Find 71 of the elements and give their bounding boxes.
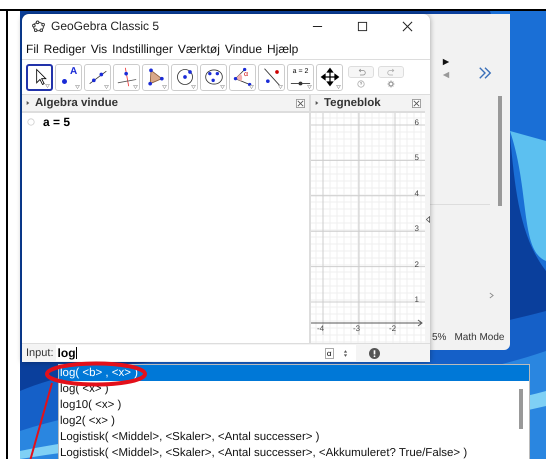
menu-item[interactable]: Fil	[26, 42, 39, 56]
axis-label: 2	[414, 260, 419, 269]
symbol-button[interactable]: α	[324, 348, 334, 358]
collapse-icon[interactable]	[26, 100, 30, 106]
axis-label: 5	[414, 153, 419, 162]
window-title: GeoGebra Classic 5	[51, 19, 160, 33]
axis-label: -2	[389, 324, 396, 334]
dropdown-icon[interactable]	[162, 84, 167, 88]
panel-title: Tegneblok	[324, 97, 382, 109]
app-icon	[32, 20, 45, 32]
expand-icon[interactable]	[426, 216, 430, 222]
algebra-entry[interactable]: a = 5	[43, 115, 70, 129]
undo-icon	[356, 68, 366, 76]
move-arrows-icon	[320, 67, 340, 87]
slider-icon	[290, 80, 311, 86]
dropdown-icon[interactable]	[278, 84, 283, 88]
suggestion-item[interactable]: log2( <x> )	[59, 413, 529, 429]
axis-label: -3	[353, 324, 360, 334]
ellipse-icon	[204, 67, 224, 87]
suggestion-item[interactable]: Logistisk( <Middel>, <Skaler>, <Antal successer>, <Akkumuleret? True/False> )	[59, 445, 529, 459]
axis-label: -4	[317, 324, 324, 334]
axis-label: 1	[414, 295, 419, 304]
menu-item[interactable]: Vindue	[224, 42, 262, 56]
menu-item[interactable]: Hjælp	[267, 42, 298, 56]
spinner-icon[interactable]	[342, 348, 348, 358]
collapse-icon[interactable]	[315, 100, 319, 106]
suggestion-item[interactable]: Logistisk( <Middel>, <Skaler>, <Antal successer> )	[59, 429, 529, 445]
tool-button[interactable]	[26, 64, 53, 90]
dropdown-icon[interactable]	[104, 84, 109, 88]
chevron-icon[interactable]	[489, 292, 494, 299]
dropdown-icon[interactable]	[191, 84, 196, 88]
input-label: Input:	[26, 347, 54, 359]
point-icon	[62, 78, 67, 84]
circle-icon	[174, 67, 194, 87]
menu-item[interactable]: Vis	[90, 42, 108, 56]
tool-label: A	[70, 66, 78, 76]
tool-button[interactable]: A	[55, 64, 82, 90]
menu-item[interactable]: Rediger	[44, 42, 86, 56]
crossing-lines-icon	[116, 67, 136, 87]
suggestion-item[interactable]: log10( <x> )	[59, 397, 529, 413]
visibility-toggle[interactable]	[27, 118, 35, 126]
dropdown-icon[interactable]	[249, 84, 254, 88]
axis-label: 3	[414, 224, 419, 234]
input-field[interactable]: log α	[56, 345, 356, 361]
mode-label: Math Mode	[454, 332, 504, 343]
settings-icon[interactable]	[387, 80, 395, 88]
play-icon[interactable]	[442, 58, 450, 66]
back-icon[interactable]	[442, 71, 450, 79]
axis-label: 4	[414, 188, 419, 198]
dropdown-icon[interactable]	[45, 84, 50, 88]
redo-icon	[386, 68, 396, 76]
dropdown-icon[interactable]	[307, 84, 312, 88]
close-icon[interactable]	[412, 98, 421, 108]
angle-icon	[232, 67, 252, 87]
zoom-level: 5%	[432, 332, 446, 343]
dropdown-icon[interactable]	[220, 84, 225, 88]
close-icon[interactable]	[296, 98, 305, 108]
info-icon[interactable]	[368, 348, 380, 358]
triangle-icon	[146, 67, 166, 87]
panel-title: Algebra vindue	[35, 97, 120, 109]
dropdown-icon[interactable]	[75, 84, 80, 88]
maximize-icon[interactable]	[357, 20, 368, 32]
scrollbar[interactable]	[519, 389, 523, 429]
menu-item[interactable]: Indstillinger	[112, 42, 173, 56]
axis-label: 6	[414, 118, 419, 127]
dropdown-icon[interactable]	[336, 84, 341, 88]
line-point-icon	[262, 67, 282, 87]
double-chevron-icon[interactable]	[478, 66, 492, 80]
menu-item[interactable]: Værktøj	[178, 42, 220, 56]
close-icon[interactable]	[402, 20, 413, 32]
dropdown-icon[interactable]	[133, 84, 138, 88]
